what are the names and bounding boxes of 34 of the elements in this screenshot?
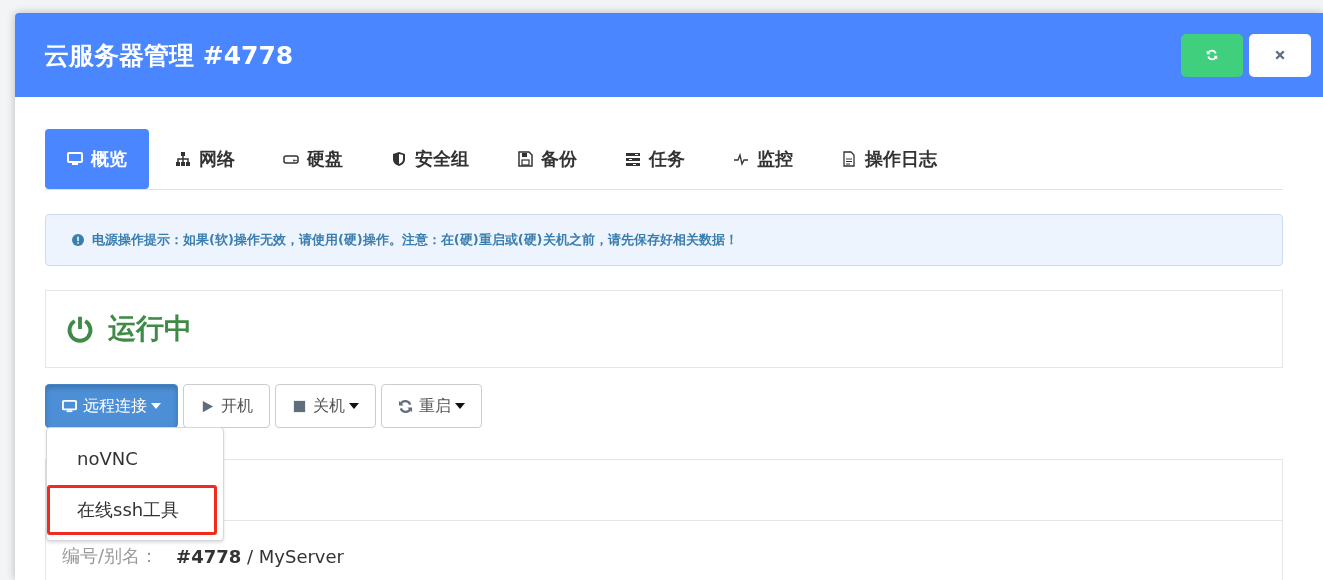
menu-item[interactable]: 在线ssh工具 (47, 484, 223, 536)
tab[interactable]: 安全组 (369, 129, 491, 189)
field-label: 编号/别名： (62, 544, 159, 568)
power-icon (66, 315, 94, 343)
window-title: 云服务器管理 #4778 (44, 39, 294, 72)
field-value: #4778 / MyServer (176, 545, 344, 567)
close-icon (1274, 49, 1286, 61)
floppy-icon (517, 151, 533, 167)
action-button[interactable]: 开机 (183, 384, 270, 428)
refresh-icon (398, 398, 413, 414)
tab[interactable]: 网络 (153, 129, 257, 189)
stop-icon (292, 398, 307, 414)
file-icon (841, 151, 857, 167)
dropdown-button[interactable]: 关机 (275, 384, 376, 428)
play-icon (200, 398, 215, 414)
tab[interactable]: 硬盘 (261, 129, 365, 189)
refresh-button[interactable] (1181, 33, 1243, 77)
refresh-icon (1206, 49, 1218, 61)
tab[interactable]: 操作日志 (819, 129, 959, 189)
sitemap-icon (175, 151, 191, 167)
close-button[interactable] (1249, 33, 1311, 77)
tab[interactable]: 任务 (603, 129, 707, 189)
tab[interactable]: 监控 (711, 129, 815, 189)
monitor-icon (62, 398, 77, 414)
shield-icon (391, 151, 407, 167)
alert-text: 电源操作提示：如果(软)操作无效，请使用(硬)操作。注意：在(硬)重启或(硬)关机之前，请先保存好相关数据！ (92, 231, 738, 249)
pulse-icon (733, 151, 749, 167)
monitor-icon (67, 151, 83, 167)
alert-icon (72, 234, 84, 246)
menu-item[interactable]: noVNC (47, 432, 223, 484)
tab[interactable]: 备份 (495, 129, 599, 189)
tasks-icon (625, 151, 641, 167)
dropdown-button[interactable]: 重启 (381, 384, 482, 428)
status-text: 运行中 (108, 311, 192, 347)
